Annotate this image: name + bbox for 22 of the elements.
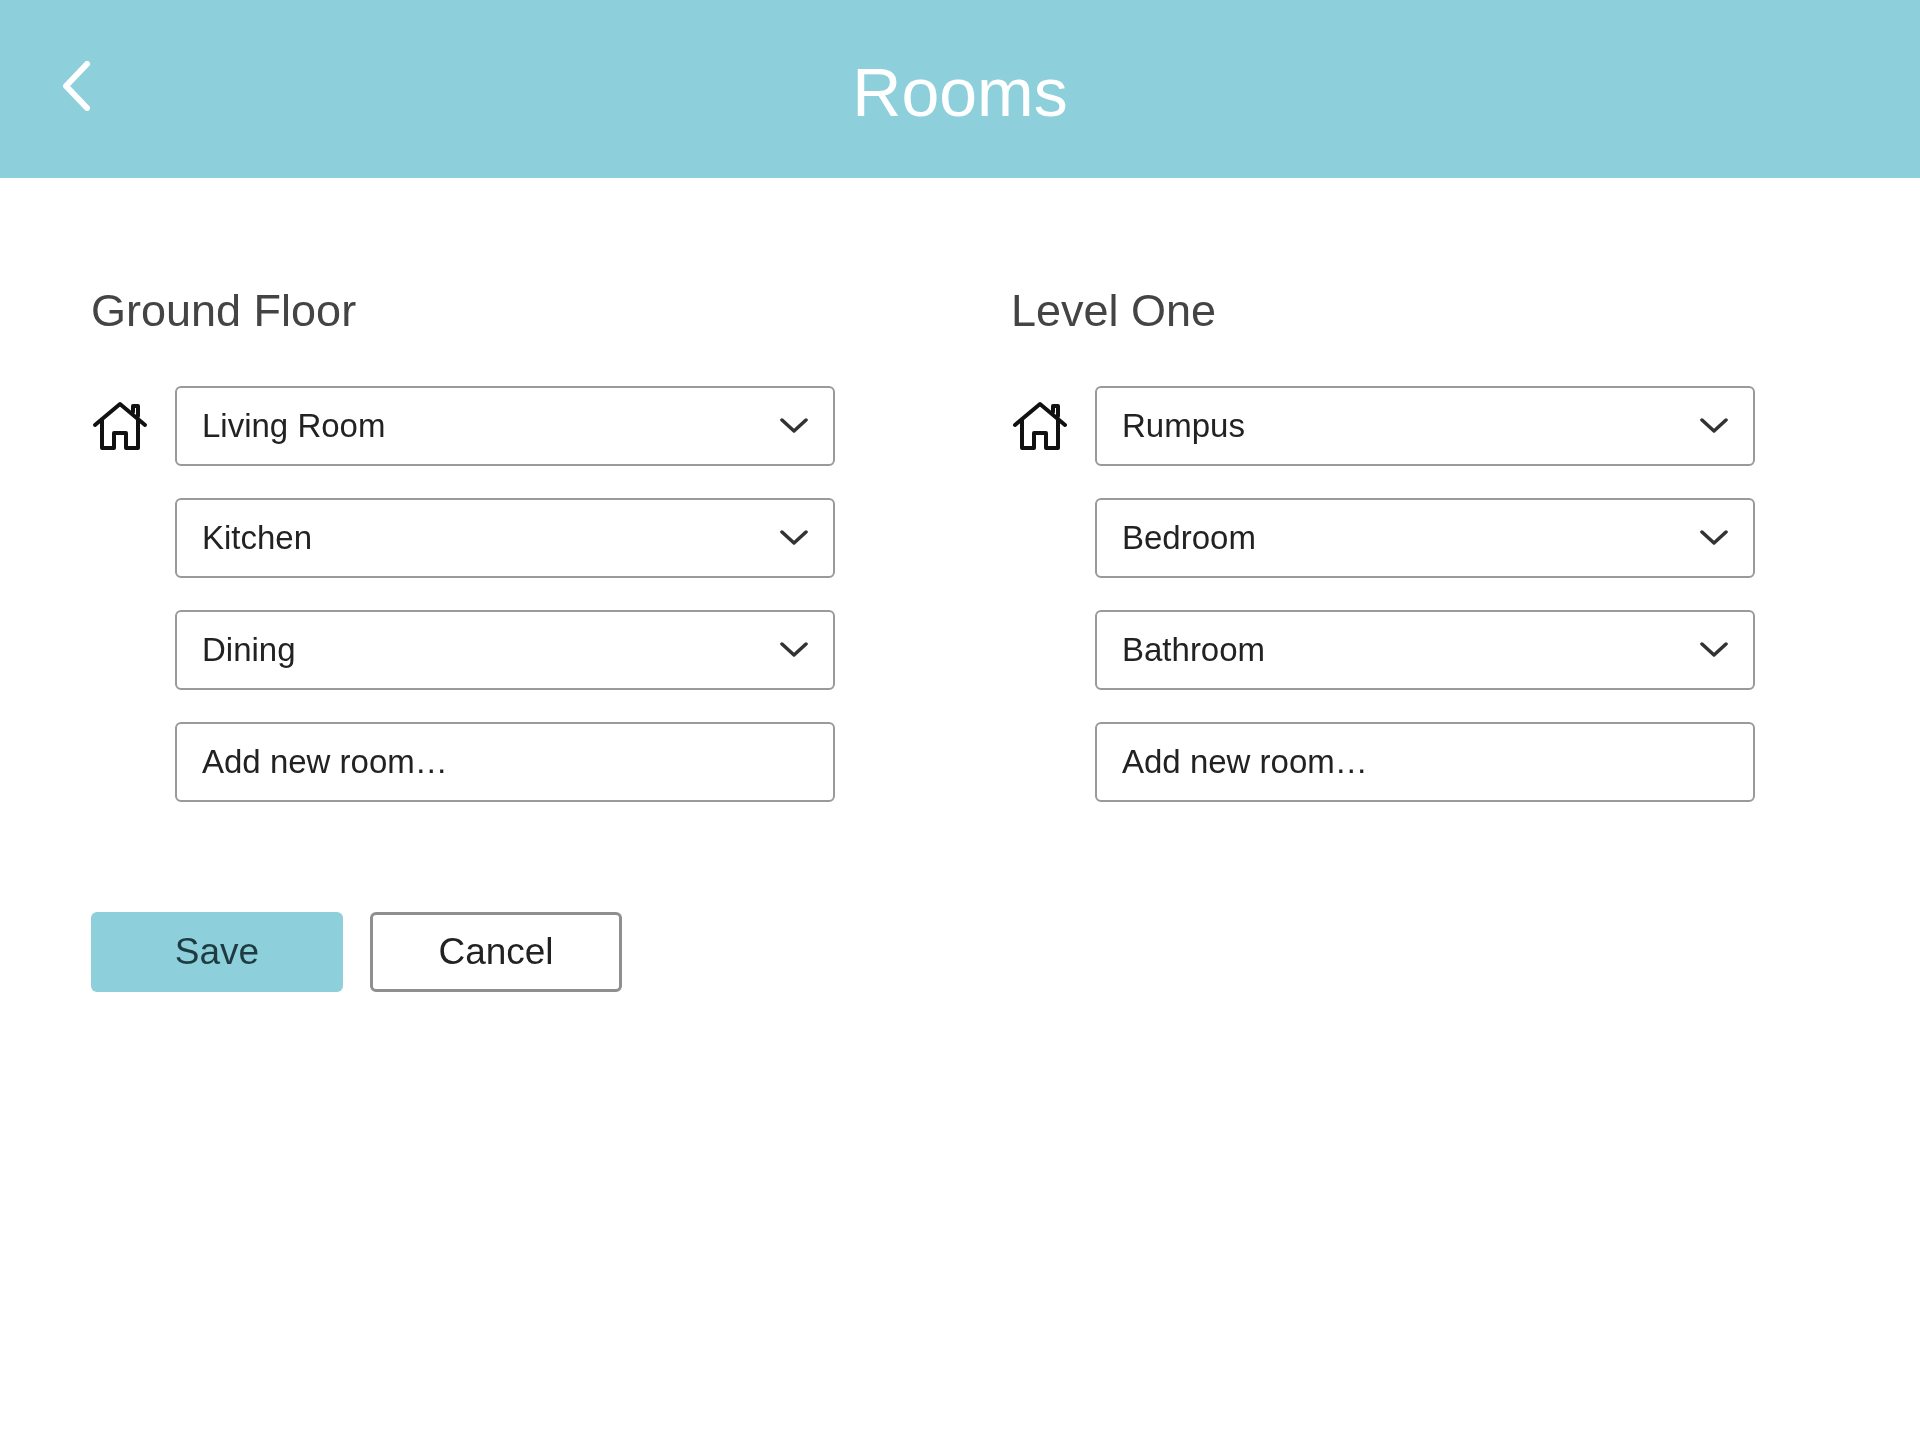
page-title: Rooms <box>852 53 1068 126</box>
chevron-down-icon <box>780 418 808 434</box>
floor-heading: Level One <box>1011 288 1218 338</box>
house-icon <box>91 401 149 451</box>
save-button[interactable]: Save <box>91 912 343 992</box>
room-dropdown[interactable]: Bedroom <box>1095 498 1755 578</box>
room-dropdown[interactable]: Bathroom <box>1095 610 1755 690</box>
chevron-left-icon <box>61 61 91 111</box>
room-dropdown[interactable]: Living Room <box>175 386 835 466</box>
chevron-down-icon <box>780 642 808 658</box>
chevron-down-icon <box>1700 530 1728 546</box>
house-icon <box>1011 401 1069 451</box>
new-room-field[interactable]: Add new room… <box>175 722 835 802</box>
new-room-field[interactable]: Add new room… <box>1095 722 1755 802</box>
room-dropdown[interactable]: Rumpus <box>1095 386 1755 466</box>
chevron-down-icon <box>1700 418 1728 434</box>
room-dropdown[interactable]: Kitchen <box>175 498 835 578</box>
room-dropdown[interactable]: Dining <box>175 610 835 690</box>
floor-heading: Ground Floor <box>91 288 358 338</box>
chevron-down-icon <box>1700 642 1728 658</box>
cancel-button[interactable]: Cancel <box>370 912 622 992</box>
chevron-down-icon <box>780 530 808 546</box>
